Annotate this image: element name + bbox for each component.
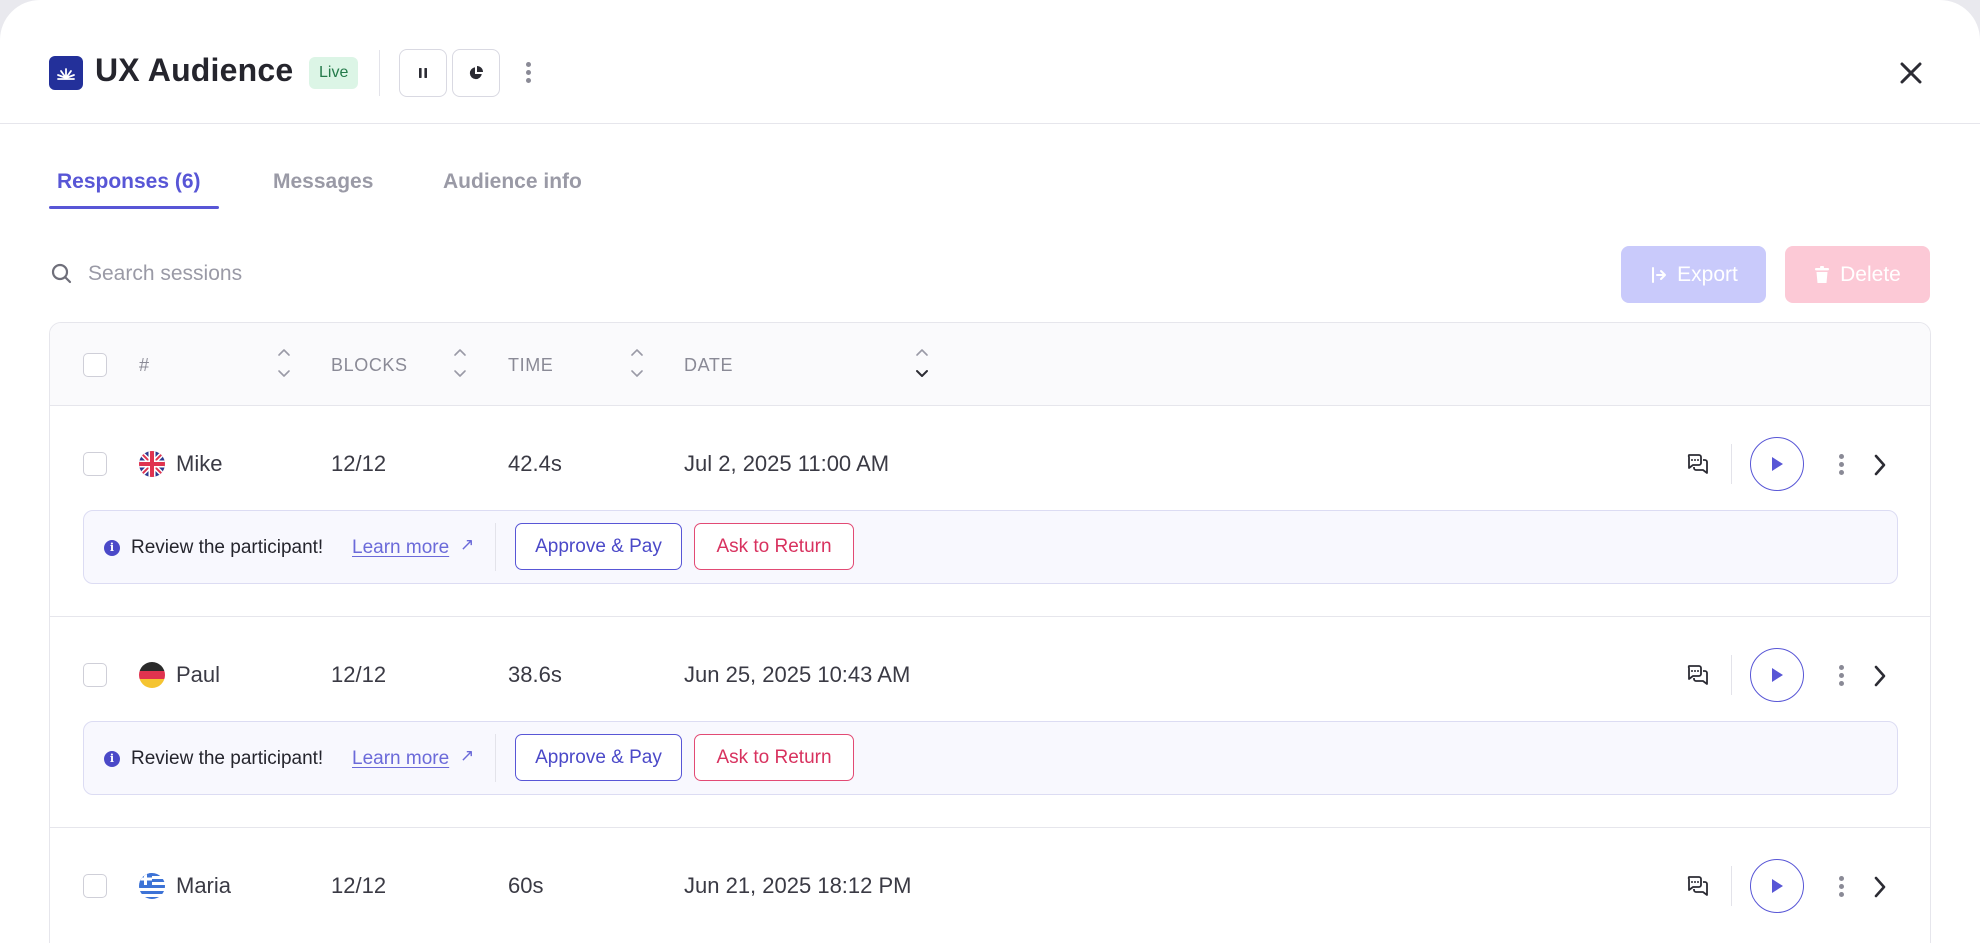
close-icon: [1900, 62, 1922, 84]
divider: [495, 734, 496, 782]
time-value: 42.4s: [508, 451, 562, 476]
blocks-value: 12/12: [331, 662, 387, 687]
tab-responses[interactable]: Responses (6): [57, 170, 201, 194]
export-label: Export: [1677, 262, 1738, 286]
approve-pay-button[interactable]: Approve & Pay: [515, 734, 682, 781]
pause-button[interactable]: [399, 49, 447, 97]
row-options-icon[interactable]: [1836, 454, 1846, 475]
greece-flag-icon: [139, 873, 165, 899]
sort-icon[interactable]: [276, 347, 292, 381]
chevron-right-icon[interactable]: [1873, 664, 1887, 688]
time-value: 38.6s: [508, 662, 562, 687]
review-text: Review the participant!: [131, 748, 324, 769]
date-value: Jun 21, 2025 18:12 PM: [684, 873, 912, 898]
row-checkbox[interactable]: [83, 874, 107, 898]
row-checkbox[interactable]: [83, 663, 107, 687]
delete-button[interactable]: Delete: [1785, 246, 1930, 303]
divider: [1731, 655, 1732, 695]
row-options-icon[interactable]: [1836, 665, 1846, 686]
close-button[interactable]: [1894, 56, 1928, 90]
table-header: # BLOCKS TIME DATE: [50, 323, 1930, 406]
time-value: 60s: [508, 873, 544, 898]
review-text: Review the participant!: [131, 537, 324, 558]
column-header-blocks[interactable]: BLOCKS: [331, 355, 408, 376]
tab-audience-info[interactable]: Audience info: [443, 170, 582, 194]
date-value: Jun 25, 2025 10:43 AM: [684, 662, 911, 687]
column-header-time[interactable]: TIME: [508, 355, 553, 376]
more-options-icon[interactable]: [523, 62, 533, 83]
date-value: Jul 2, 2025 11:00 AM: [684, 451, 890, 476]
page-title: UX Audience: [95, 52, 294, 88]
divider: [379, 50, 380, 96]
uk-flag-icon: [139, 451, 165, 477]
play-icon: [1772, 668, 1783, 682]
divider: [1731, 444, 1732, 484]
column-header-date[interactable]: DATE: [684, 355, 733, 376]
chevron-right-icon[interactable]: [1873, 453, 1887, 477]
pause-icon: [419, 68, 427, 78]
select-all-checkbox[interactable]: [83, 353, 107, 377]
play-recording-button[interactable]: [1750, 648, 1804, 702]
participant-name: Mike: [176, 451, 223, 476]
row-divider: [50, 827, 1930, 828]
review-banner: i Review the participant! Learn more ↗ A…: [83, 721, 1898, 795]
approve-pay-button[interactable]: Approve & Pay: [515, 523, 682, 570]
external-link-icon[interactable]: ↗: [460, 746, 474, 766]
column-header-number[interactable]: #: [139, 355, 150, 376]
row-checkbox[interactable]: [83, 452, 107, 476]
participant-name: Maria: [176, 873, 232, 898]
germany-flag-icon: [139, 662, 165, 688]
search-input[interactable]: [88, 258, 688, 290]
participant-name: Paul: [176, 662, 221, 687]
status-badge: Live: [309, 57, 359, 89]
search-icon: [51, 263, 72, 284]
messages-icon[interactable]: [1685, 874, 1709, 898]
responses-table: # BLOCKS TIME DATE Mike 12/12 42.4s Jul …: [49, 322, 1931, 943]
ask-to-return-button[interactable]: Ask to Return: [694, 734, 854, 781]
review-banner: i Review the participant! Learn more ↗ A…: [83, 510, 1898, 584]
sort-desc-icon[interactable]: [914, 347, 930, 381]
blocks-value: 12/12: [331, 873, 387, 898]
info-icon: i: [104, 751, 120, 767]
app-logo-icon: [49, 56, 83, 90]
learn-more-link[interactable]: Learn more: [352, 748, 449, 770]
play-icon: [1772, 457, 1783, 471]
messages-icon[interactable]: [1685, 452, 1709, 476]
stats-button[interactable]: [452, 49, 500, 97]
play-recording-button[interactable]: [1750, 437, 1804, 491]
divider: [1731, 866, 1732, 906]
play-recording-button[interactable]: [1750, 859, 1804, 913]
sort-icon[interactable]: [629, 347, 645, 381]
ask-to-return-button[interactable]: Ask to Return: [694, 523, 854, 570]
pie-chart-icon: [469, 66, 483, 80]
tab-active-indicator: [49, 206, 219, 209]
export-icon: [1652, 266, 1667, 283]
export-button[interactable]: Export: [1621, 246, 1766, 303]
sort-icon[interactable]: [452, 347, 468, 381]
chevron-right-icon[interactable]: [1873, 875, 1887, 899]
learn-more-link[interactable]: Learn more: [352, 537, 449, 559]
divider: [495, 523, 496, 571]
header: UX Audience Live: [0, 0, 1980, 124]
messages-icon[interactable]: [1685, 663, 1709, 687]
blocks-value: 12/12: [331, 451, 387, 476]
tab-messages[interactable]: Messages: [273, 170, 373, 194]
play-icon: [1772, 879, 1783, 893]
trash-icon: [1815, 265, 1830, 283]
row-options-icon[interactable]: [1836, 876, 1846, 897]
external-link-icon[interactable]: ↗: [460, 535, 474, 555]
delete-label: Delete: [1840, 262, 1901, 286]
audience-panel: UX Audience Live Responses (6) Messages …: [0, 0, 1980, 943]
info-icon: i: [104, 540, 120, 556]
row-divider: [50, 616, 1930, 617]
